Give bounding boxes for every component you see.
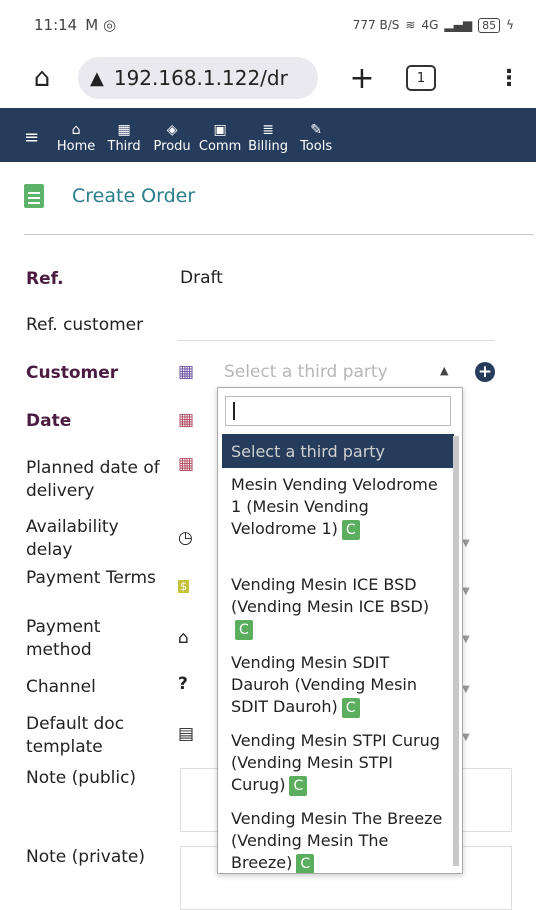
coins-icon: ≣ [262, 122, 274, 138]
dropdown-option[interactable]: Mesin Vending Velodrome 1 (Mesin Vending… [231, 474, 449, 540]
cube-icon: ◈ [166, 122, 178, 138]
doc-template-chevron-icon[interactable]: ▼ [462, 732, 470, 743]
add-customer-icon[interactable]: + [475, 362, 495, 382]
home-icon[interactable]: ⌂ [24, 63, 60, 93]
new-tab-icon[interactable]: + [344, 61, 380, 96]
dropdown-option[interactable]: Vending Mesin SDIT Dauroh (Vending Mesin… [231, 652, 449, 718]
notification-icons: M ◎ [85, 16, 117, 34]
header-divider [24, 234, 534, 235]
option-label: Mesin Vending Velodrome 1 (Mesin Vending… [231, 475, 438, 538]
channel-chevron-icon[interactable]: ▼ [462, 684, 470, 695]
ref-customer-input[interactable] [178, 340, 494, 341]
customer-label: Customer [26, 363, 119, 383]
order-icon [24, 184, 44, 208]
nav-item-third[interactable]: ▦ Third [101, 122, 147, 154]
customer-badge: C [296, 854, 315, 873]
nav-item-label: Tools [300, 139, 333, 154]
status-time: 11:14 [34, 16, 78, 34]
note-public-label: Note (public) [26, 768, 137, 788]
ref-label: Ref. [26, 269, 64, 289]
note-private-label: Note (private) [26, 847, 146, 867]
payment-method-chevron-icon[interactable]: ▼ [462, 634, 470, 645]
home-icon: ⌂ [71, 122, 81, 138]
customer-badge: C [341, 698, 360, 718]
customer-select[interactable]: Select a third party [224, 362, 388, 382]
availability-chevron-icon[interactable]: ▼ [462, 538, 470, 549]
address-bar[interactable]: ▲ 192.168.1.122/dr [78, 57, 318, 99]
question-icon: ? [178, 674, 188, 694]
page-title: Create Order [72, 185, 196, 207]
calendar-icon[interactable]: ▦ [178, 454, 194, 474]
dropdown-option[interactable]: Vending Mesin ICE BSD (Vending Mesin ICE… [231, 574, 449, 640]
customer-badge: C [289, 776, 308, 796]
dropdown-scrollbar[interactable] [453, 436, 459, 866]
caret-up-icon[interactable]: ▲ [440, 364, 448, 377]
customer-badge: C [341, 520, 360, 540]
signal-icon: ▂▄▆ [444, 18, 473, 32]
option-label: Vending Mesin STPI Curug (Vending Mesin … [231, 731, 440, 794]
signal-label: 4G [421, 18, 439, 32]
top-navbar: ≡ ⌂ Home ▦ Third ◈ Produ ▣ Comm ≣ Billing ✎ To… [0, 108, 536, 162]
planned-delivery-label: Planned date of delivery [26, 458, 160, 501]
nav-item-label: Comm [198, 139, 242, 154]
battery-indicator: 85 [478, 17, 501, 33]
tab-count: 1 [416, 70, 426, 86]
text-cursor [233, 402, 235, 420]
nav-item-tools[interactable]: ✎ Tools [293, 122, 339, 154]
page-header: Create Order [24, 184, 195, 208]
option-label: Vending Mesin SDIT Dauroh (Vending Mesin… [231, 653, 417, 716]
customer-dropdown: Select a third party Mesin Vending Velod… [217, 387, 463, 874]
tab-switcher-button[interactable]: 1 [406, 65, 436, 91]
network-speed: 777 B/S [352, 18, 400, 32]
building-icon: ▦ [117, 122, 131, 138]
charging-icon: ϟ [506, 18, 514, 32]
dropdown-option[interactable]: Vending Mesin STPI Curug (Vending Mesin … [231, 730, 449, 796]
browser-toolbar: ⌂ ▲ 192.168.1.122/dr + 1 ⋮ [0, 50, 536, 106]
payment-terms-label: Payment Terms [26, 568, 156, 588]
wrench-icon: ✎ [310, 122, 322, 138]
date-label: Date [26, 411, 72, 431]
clock-icon: ◷ [178, 528, 193, 548]
calendar-icon[interactable]: ▦ [178, 410, 194, 430]
nav-item-commerce[interactable]: ▣ Comm [197, 122, 243, 154]
ref-customer-label: Ref. customer [26, 315, 144, 335]
option-label: Vending Mesin ICE BSD (Vending Mesin ICE… [231, 575, 430, 616]
nav-item-home[interactable]: ⌂ Home [53, 122, 99, 154]
nav-item-billing[interactable]: ≣ Billing [245, 122, 291, 154]
building-icon: ▦ [178, 362, 195, 382]
url-text: 192.168.1.122/dr [113, 66, 288, 90]
dropdown-option-placeholder[interactable]: Select a third party [222, 434, 454, 468]
nav-item-label: Home [56, 139, 96, 154]
bank-icon: ⌂ [178, 628, 189, 648]
hamburger-icon[interactable]: ≡ [24, 127, 39, 148]
customer-badge: C [235, 620, 253, 640]
dropdown-option[interactable]: Vending Mesin The Breeze (Vending Mesin … [231, 808, 449, 873]
availability-delay-label: Availability delay [26, 517, 119, 560]
dropdown-search-input[interactable] [225, 396, 451, 426]
browser-menu-icon[interactable]: ⋮ [498, 66, 520, 91]
nav-item-products[interactable]: ◈ Produ [149, 122, 195, 154]
money-icon: $ [178, 580, 189, 593]
payment-method-label: Payment method [26, 617, 101, 660]
channel-label: Channel [26, 677, 96, 697]
briefcase-icon: ▣ [213, 122, 227, 138]
option-label: Vending Mesin The Breeze (Vending Mesin … [231, 809, 443, 872]
payment-terms-chevron-icon[interactable]: ▼ [462, 586, 470, 597]
status-bar: 11:14 M ◎ 777 B/S ≋ 4G ▂▄▆ 85 ϟ [0, 0, 536, 50]
nav-item-label: Billing [248, 139, 289, 154]
pdf-icon: ▤ [178, 724, 195, 744]
nav-item-label: Produ [153, 139, 191, 154]
doc-template-label: Default doc template [26, 714, 125, 757]
warning-icon[interactable]: ▲ [90, 68, 104, 89]
ref-value: Draft [180, 268, 223, 288]
nav-item-label: Third [107, 139, 141, 154]
wifi-icon: ≋ [405, 18, 416, 32]
